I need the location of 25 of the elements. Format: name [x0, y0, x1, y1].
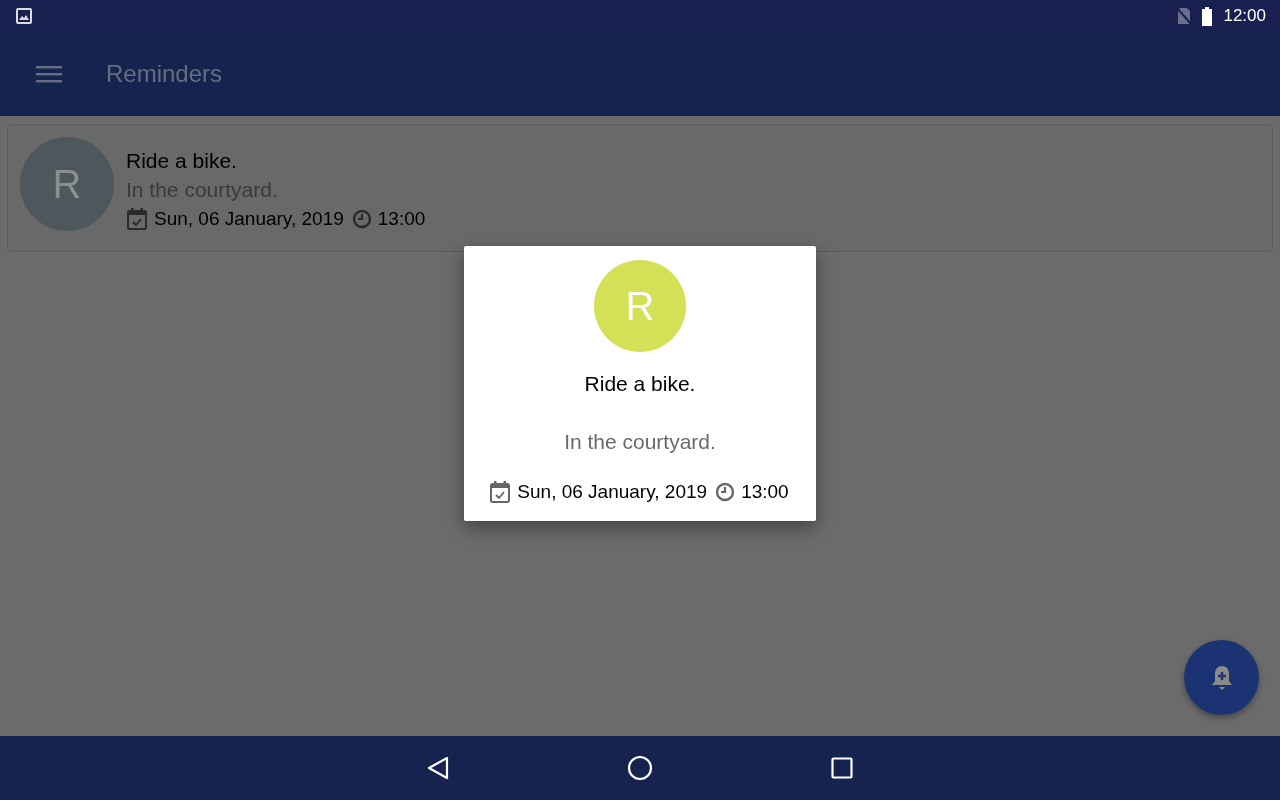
app-title: Reminders: [106, 60, 223, 88]
reminder-time: 13:00: [741, 481, 789, 503]
reminder-date: Sun, 06 January, 2019: [154, 208, 344, 230]
menu-button[interactable]: [36, 65, 62, 83]
reminder-time: 13:00: [377, 208, 426, 230]
calendar-check-icon: [126, 207, 148, 231]
reminder-date: Sun, 06 January, 2019: [517, 481, 708, 503]
add-reminder-button[interactable]: [1184, 640, 1259, 715]
menu-icon: [36, 65, 62, 83]
calendar-check-icon: [489, 480, 512, 504]
avatar: R: [594, 260, 686, 352]
dialog-note: In the courtyard.: [564, 430, 716, 454]
home-icon: [627, 755, 653, 781]
avatar: R: [20, 137, 114, 231]
reminder-title: Ride a bike.: [126, 149, 238, 173]
dialog-title: Ride a bike.: [584, 372, 696, 396]
battery-icon: [1201, 6, 1214, 26]
status-time: 12:00: [1223, 6, 1266, 26]
bell-plus-icon: [1209, 663, 1234, 692]
clock-icon: [715, 482, 736, 502]
no-sim-icon: [1177, 7, 1192, 25]
recents-icon: [831, 757, 853, 779]
clock-icon: [351, 209, 372, 229]
back-icon: [427, 756, 449, 780]
image-icon: [16, 8, 32, 24]
